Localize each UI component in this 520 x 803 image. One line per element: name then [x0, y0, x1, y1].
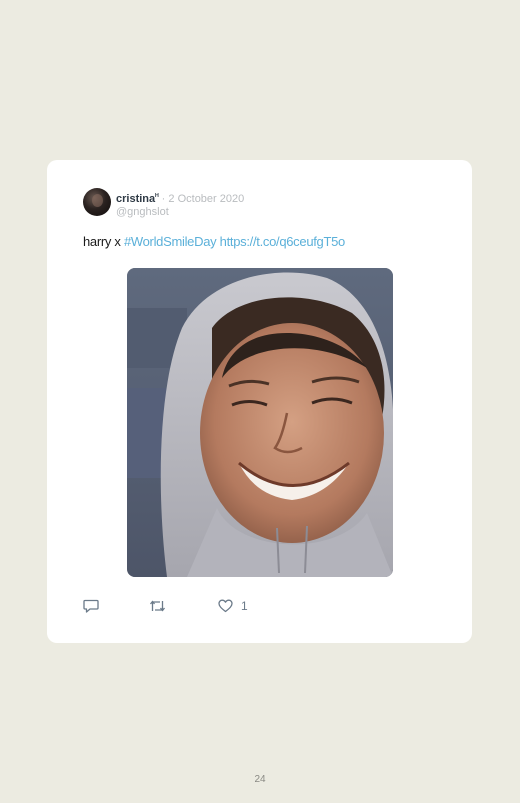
- like-button[interactable]: 1: [218, 598, 248, 614]
- page-number: 24: [254, 774, 266, 785]
- avatar[interactable]: [83, 188, 111, 216]
- url-link[interactable]: https://t.co/q6ceufgT5o: [220, 234, 346, 249]
- retweet-icon: [149, 600, 166, 612]
- tweet-header-row: cristinaᴴ · 2 October 2020: [116, 190, 244, 206]
- tweet-actions: 1: [83, 598, 283, 614]
- user-handle[interactable]: @gnghslot: [116, 206, 244, 219]
- tweet-text-body: harry x: [83, 234, 124, 249]
- hashtag-link[interactable]: #WorldSmileDay: [124, 234, 217, 249]
- tweet-text: harry x #WorldSmileDay https://t.co/q6ce…: [83, 234, 345, 249]
- retweet-button[interactable]: [149, 598, 166, 614]
- tweet-header: cristinaᴴ · 2 October 2020 @gnghslot: [116, 190, 244, 219]
- tweet-card: cristinaᴴ · 2 October 2020 @gnghslot har…: [47, 160, 472, 643]
- separator: ·: [158, 193, 169, 205]
- tweet-media-photo[interactable]: [127, 268, 393, 577]
- reply-button[interactable]: [83, 598, 99, 614]
- reply-icon: [83, 599, 99, 613]
- tweet-date[interactable]: 2 October 2020: [168, 193, 244, 205]
- like-count: 1: [241, 599, 248, 613]
- photo-of-smiling-person-icon: [127, 268, 393, 577]
- heart-icon: [218, 599, 233, 613]
- display-name[interactable]: cristina: [116, 193, 155, 205]
